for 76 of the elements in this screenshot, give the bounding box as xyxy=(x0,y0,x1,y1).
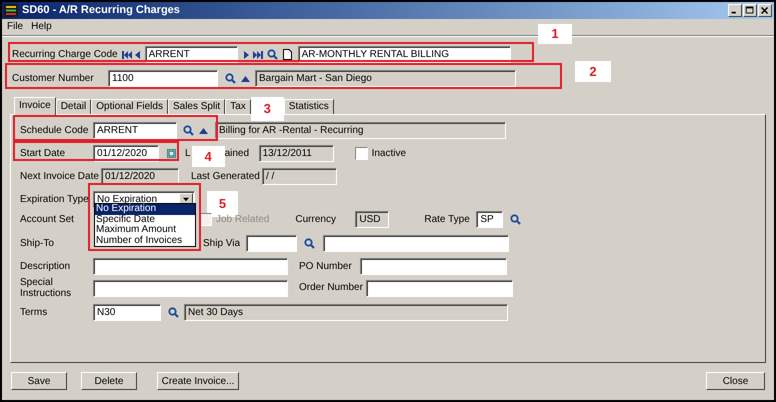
search-icon[interactable] xyxy=(168,307,179,318)
tab[interactable]: Tax xyxy=(225,99,251,114)
menu-item[interactable]: File xyxy=(7,19,24,34)
instructions-field[interactable] xyxy=(93,280,288,296)
field-label: Inactive xyxy=(372,148,406,160)
first-record-icon[interactable] xyxy=(122,50,132,58)
search-icon[interactable] xyxy=(304,238,315,249)
search-icon[interactable] xyxy=(510,214,522,225)
callout-number: 4 xyxy=(192,146,225,167)
field-label: Terms xyxy=(20,306,48,318)
customer-name-field[interactable]: Bargain Mart - San Diego xyxy=(255,70,516,87)
search-icon[interactable] xyxy=(266,49,278,60)
checkbox[interactable] xyxy=(354,147,368,160)
up-arrow-icon[interactable] xyxy=(199,128,208,134)
currency-field[interactable]: USD xyxy=(355,211,390,228)
field-label: ained xyxy=(224,148,250,160)
callout-number: 1 xyxy=(538,24,572,44)
calendar-icon[interactable] xyxy=(167,149,176,158)
close-button[interactable]: Close xyxy=(706,372,765,390)
field-label: Customer Number xyxy=(12,72,95,84)
tab[interactable]: Detail xyxy=(56,99,92,114)
terms-field[interactable]: N30 xyxy=(93,304,161,321)
dropdown-option[interactable]: No Expiration xyxy=(95,204,195,214)
close-button[interactable] xyxy=(758,4,772,17)
dropdown-option[interactable]: Maximum Amount xyxy=(95,225,195,236)
tab[interactable]: Invoice xyxy=(14,97,56,115)
description-field[interactable] xyxy=(93,258,288,275)
terms-description-field[interactable]: Net 30 Days xyxy=(184,304,508,321)
rate-type-field[interactable]: SP xyxy=(476,211,504,228)
field-label: Special Instructions xyxy=(20,277,72,299)
date-field[interactable]: / / xyxy=(262,168,337,185)
field-label: Order Number xyxy=(299,282,364,294)
action-button[interactable]: Delete xyxy=(81,372,137,390)
field-label: Description xyxy=(20,260,72,272)
ship-via-description-field[interactable] xyxy=(323,235,509,252)
order-number-field[interactable] xyxy=(366,280,513,296)
field-label: Schedule Code xyxy=(20,124,90,136)
customer-field[interactable]: 1100 xyxy=(108,70,218,87)
window-title: SD60 - A/R Recurring Charges xyxy=(22,3,180,18)
field-label: Expiration Type xyxy=(20,194,90,206)
field-label: Account Set xyxy=(20,214,75,226)
callout-number: 2 xyxy=(575,61,611,82)
field-label: L xyxy=(185,148,191,160)
dropdown-option[interactable]: Number of Invoices xyxy=(95,236,195,246)
up-arrow-icon[interactable] xyxy=(241,76,250,82)
field-label: Rate Type xyxy=(424,214,470,226)
callout-number: 3 xyxy=(250,97,284,121)
dropdown-option[interactable]: Specific Date xyxy=(95,214,195,225)
field-label: PO Number xyxy=(299,260,353,272)
field-label: Last Generated xyxy=(190,170,261,182)
maximize-button[interactable] xyxy=(743,4,757,17)
menu-item[interactable]: Help xyxy=(31,19,52,34)
tab[interactable]: Sales Split xyxy=(168,99,226,114)
field-label: Next Invoice Date xyxy=(20,170,100,182)
tab[interactable]: Optional Fields xyxy=(91,99,168,114)
date-field[interactable]: 13/12/2011 xyxy=(258,145,334,162)
ship-via-field[interactable] xyxy=(246,235,297,252)
search-icon[interactable] xyxy=(183,125,194,136)
action-button[interactable]: Create Invoice... xyxy=(157,372,239,390)
schedule-description-field[interactable]: Billing for AR -Rental - Recurring xyxy=(215,122,506,139)
search-icon[interactable] xyxy=(225,73,236,84)
field-label: Ship Via xyxy=(203,238,240,250)
field-label: Start Date xyxy=(20,148,66,160)
schedule-code-field[interactable]: ARRENT xyxy=(93,122,177,139)
action-button[interactable]: Save xyxy=(11,372,67,390)
field-label: Recurring Charge Code xyxy=(12,48,119,60)
new-document-icon[interactable] xyxy=(282,49,292,60)
app-icon xyxy=(4,4,18,17)
minimize-button[interactable] xyxy=(728,4,742,17)
tab[interactable]: Statistics xyxy=(284,99,334,114)
po-number-field[interactable] xyxy=(360,258,507,275)
field-label: Ship-To xyxy=(20,238,55,250)
next-record-icon[interactable] xyxy=(244,50,249,58)
last-record-icon[interactable] xyxy=(252,50,263,58)
field-label: Currency xyxy=(295,214,336,226)
previous-record-icon[interactable] xyxy=(134,50,140,58)
